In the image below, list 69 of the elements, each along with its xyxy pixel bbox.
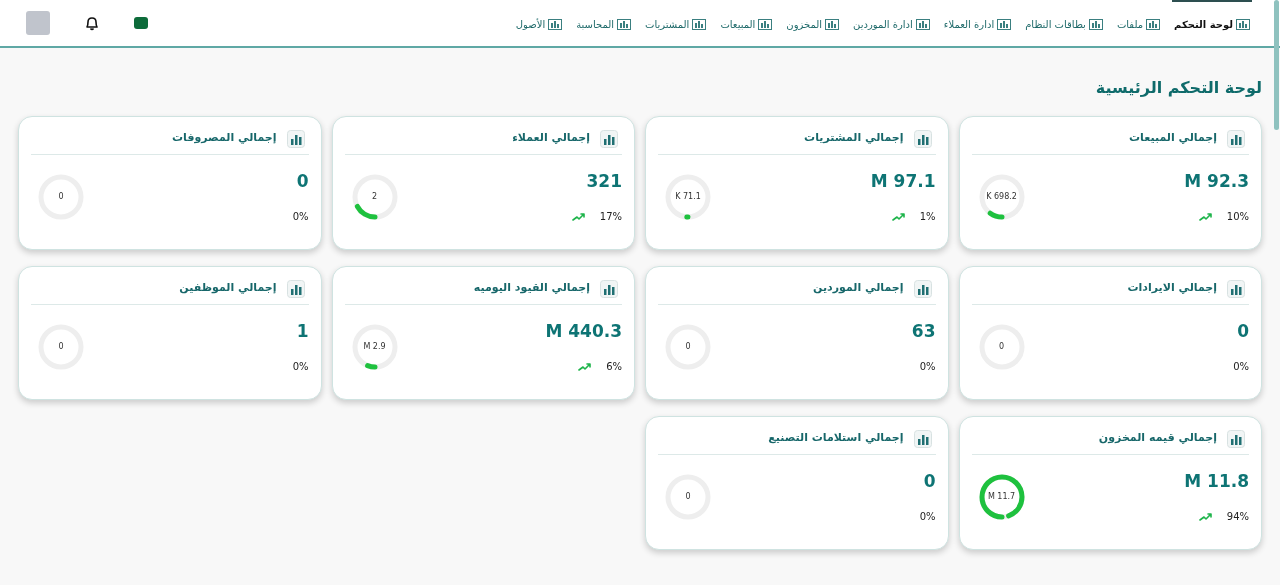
bar-chart-icon [913, 129, 932, 148]
ring-gauge [350, 172, 399, 221]
nav-item[interactable]: المخزون [784, 0, 842, 46]
stat-value: 321 [586, 170, 622, 193]
percent-change: 0% [1233, 360, 1249, 374]
nav-item[interactable]: المشتريات [643, 0, 709, 46]
nav-item[interactable]: المبيعات [718, 0, 775, 46]
bell-icon[interactable] [84, 15, 100, 31]
nav-item[interactable]: بطاقات النظام [1023, 0, 1105, 46]
percent-change: 94% [1226, 510, 1249, 524]
nav-item[interactable]: ادارة العملاء [941, 0, 1014, 46]
nav-item[interactable]: المحاسبة [574, 0, 634, 46]
percent-change: 1% [919, 210, 936, 224]
card-title: إجمالي استلامات التصنيع [768, 430, 904, 447]
card-title: إجمالي العملاء [512, 130, 590, 147]
card-title: إجمالي المشتريات [804, 130, 904, 147]
card-title: إجمالي الموردين [813, 280, 904, 297]
gauge-label: K 71.1 [675, 191, 701, 202]
gauge-label: 0 [998, 341, 1005, 352]
card-title: إجمالي الموظفين [179, 280, 277, 297]
nav-item[interactable]: لوحة التحكم [1172, 0, 1252, 46]
percent-change: 17% [599, 210, 622, 224]
stat-value: M 92.3 [1184, 170, 1249, 193]
scrollbar-thumb[interactable] [1274, 0, 1279, 130]
gauge-label: M 2.9 [363, 341, 386, 352]
bar-chart-icon [1227, 279, 1245, 298]
ring-gauge [350, 322, 399, 371]
percent-change: 0% [292, 210, 309, 224]
bar-chart-icon [286, 279, 305, 298]
percent-change: 0% [292, 360, 309, 374]
flag-icon[interactable] [134, 16, 148, 30]
gauge-label: 0 [58, 191, 64, 202]
nav-item[interactable]: ادارة الموردين [851, 0, 932, 46]
stat-value: M 11.8 [1184, 470, 1249, 493]
bar-chart-icon [913, 279, 932, 298]
card-title: إجمالي المصروفات [172, 130, 277, 147]
percent-change: 6% [606, 360, 622, 374]
stat-value: M 440.3 [545, 320, 622, 343]
card-title: إجمالي المبيعات [1129, 130, 1217, 147]
bar-chart-icon [600, 279, 618, 298]
gauge-label: K 698.2 [986, 191, 1017, 202]
card-title: إجمالي الايرادات [1127, 280, 1217, 297]
percent-change: 0% [919, 360, 936, 374]
bar-chart-icon [1227, 129, 1245, 148]
percent-change: 0% [919, 510, 936, 524]
page-title: لوحة التحكم الرئيسية [1094, 77, 1262, 99]
stat-value: 0 [1237, 320, 1249, 343]
card-title: إجمالي قيمه المخزون [1098, 430, 1217, 447]
gauge-label: 0 [58, 341, 64, 352]
bar-chart-icon [600, 129, 618, 148]
stat-value: 0 [923, 470, 936, 493]
gauge-label: 2 [371, 191, 378, 202]
ring-gauge [664, 172, 712, 221]
bar-chart-icon [286, 129, 305, 148]
stat-value: 1 [296, 320, 309, 343]
stat-value: 0 [296, 170, 309, 193]
nav-item[interactable]: الأصول [513, 0, 565, 46]
card-title: إجمالي القيود اليوميه [473, 280, 590, 297]
ring-gauge [977, 172, 1026, 221]
percent-change: 10% [1226, 210, 1249, 224]
ring-gauge [977, 472, 1026, 521]
gauge-label: 0 [685, 491, 691, 502]
bar-chart-icon [1227, 429, 1245, 448]
nav-item[interactable]: ملفات [1114, 0, 1163, 46]
gauge-label: 0 [685, 341, 691, 352]
gauge-label: M 11.7 [987, 491, 1016, 502]
bar-chart-icon [913, 429, 932, 448]
stat-value: M 97.1 [870, 170, 936, 193]
stat-value: 63 [911, 320, 936, 343]
